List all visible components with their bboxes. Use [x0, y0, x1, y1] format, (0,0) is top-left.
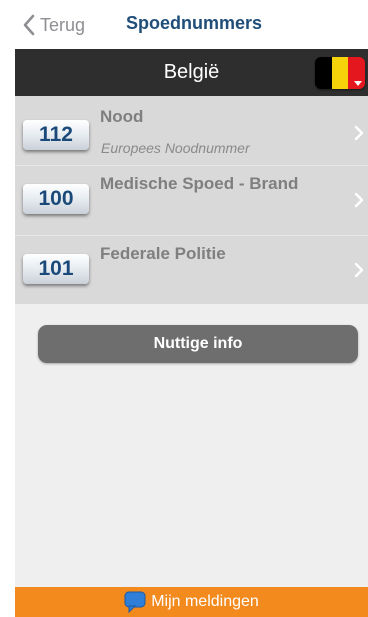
item-title: Federale Politie [100, 244, 226, 263]
list-item-101[interactable]: 101 Federale Politie [15, 236, 368, 304]
chevron-right-icon [354, 262, 364, 278]
number-badge: 112 [23, 120, 89, 150]
country-header: België [15, 49, 368, 96]
my-reports-label: Mijn meldingen [151, 593, 259, 610]
chevron-left-icon [23, 14, 35, 36]
number-badge: 100 [23, 184, 89, 214]
screen: Terug Spoednummers België 112 Nood Europ… [15, 0, 368, 617]
back-button[interactable]: Terug [23, 12, 85, 38]
my-reports-bar[interactable]: Mijn meldingen [15, 587, 368, 617]
back-label: Terug [40, 14, 86, 35]
chevron-right-icon [354, 125, 364, 141]
chevron-right-icon [354, 192, 364, 208]
item-subtitle: Europees Noodnummer [101, 140, 250, 156]
list-item-100[interactable]: 100 Medische Spoed - Brand [15, 166, 368, 236]
number-badge: 101 [23, 254, 89, 284]
useful-info-button[interactable]: Nuttige info [38, 325, 358, 363]
message-bubble-icon [124, 591, 146, 613]
belgium-flag-icon[interactable] [315, 57, 365, 89]
page-title: Spoednummers [126, 13, 263, 33]
item-title: Medische Spoed - Brand [100, 174, 299, 193]
list-item-112[interactable]: 112 Nood Europees Noodnummer [15, 96, 368, 166]
navigation-bar: Terug Spoednummers [15, 0, 368, 49]
emergency-number-list: 112 Nood Europees Noodnummer 100 Medisch… [15, 96, 368, 304]
item-title: Nood [100, 107, 144, 126]
